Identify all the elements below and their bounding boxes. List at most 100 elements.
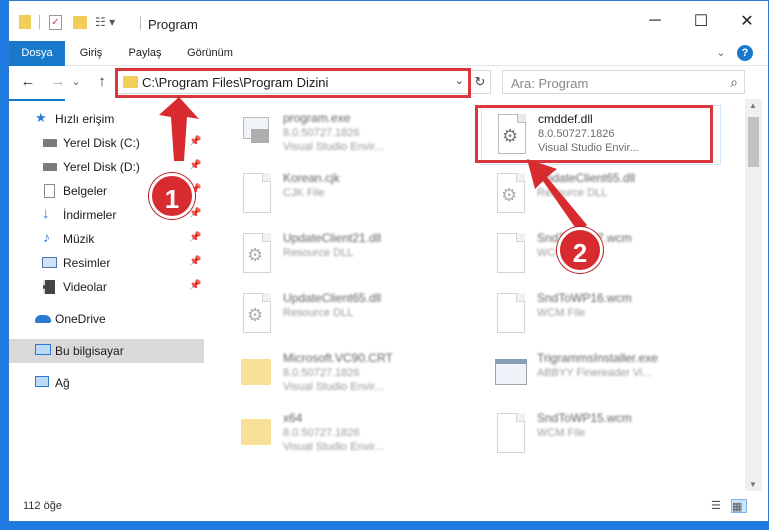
sidebar-item-label: Belgeler: [63, 184, 108, 198]
file-item[interactable]: Korean.cjk CJK File: [227, 165, 467, 225]
file-item[interactable]: TrigrammsInstaller.exe ABBYY Finereader …: [481, 345, 721, 405]
file-name: x64: [283, 411, 303, 425]
file-description: Visual Studio Envir...: [283, 381, 384, 393]
file-version: 8.0.50727.1826: [283, 367, 360, 379]
folder-icon: [239, 353, 273, 399]
drive-icon: [43, 163, 57, 171]
music-icon: ♪: [43, 229, 50, 245]
sidebar-item-label: Müzik: [63, 232, 95, 246]
file-name: SndToWP16.wcm: [537, 291, 632, 305]
close-button[interactable]: ✕: [724, 1, 768, 41]
scroll-up-icon[interactable]: ▲: [749, 101, 757, 110]
navigation-pane: ★ Hızlı erişim Yerel Disk (C:) 📌 Yerel D…: [9, 99, 204, 491]
forward-button[interactable]: →: [47, 72, 69, 92]
file-description: ABBYY Finereader Vi...: [537, 367, 652, 379]
file-item[interactable]: Microsoft.VC90.CRT 8.0.50727.1826 Visual…: [227, 345, 467, 405]
documents-icon: [44, 184, 55, 198]
sidebar-item-music[interactable]: ♪ Müzik 📌: [9, 227, 204, 251]
search-placeholder: Ara: Program: [511, 76, 589, 91]
file-icon: [239, 173, 273, 219]
status-bar: 112 öğe ☰ ▦: [9, 493, 768, 521]
recent-locations-dropdown[interactable]: ⌄: [69, 72, 83, 92]
file-type: WCM File: [537, 307, 586, 319]
file-icon: [493, 233, 527, 279]
explorer-window: ✓ ☷ ▾ Program ─ ☐ ✕ Dosya Giriş Paylaş G…: [8, 0, 769, 522]
file-item[interactable]: ⚙ UpdateClient65.dll Resource DLL: [481, 165, 721, 225]
file-icon: [493, 293, 527, 339]
window-title: Program: [148, 17, 198, 32]
properties-icon[interactable]: ✓: [49, 13, 65, 31]
sidebar-item-network[interactable]: Ağ: [9, 371, 204, 395]
search-icon: ⌕: [730, 74, 738, 90]
sidebar-item-label: İndirmeler: [63, 208, 117, 222]
folder-icon: [239, 413, 273, 459]
file-description: Visual Studio Envir...: [283, 141, 384, 153]
file-type: Resource DLL: [537, 187, 608, 199]
file-type: WCM File: [537, 427, 586, 439]
sidebar-item-label: Yerel Disk (C:): [63, 136, 140, 150]
ribbon-expand-icon[interactable]: ⌄: [713, 41, 729, 66]
new-folder-icon[interactable]: [73, 13, 89, 31]
file-item[interactable]: x64 8.0.50727.1826 Visual Studio Envir..…: [227, 405, 467, 465]
file-name: SndToWP15.wcm: [537, 411, 632, 425]
file-type: Resource DLL: [283, 247, 354, 259]
file-item[interactable]: SndToWP15.wcm WCM File: [481, 405, 721, 465]
file-item[interactable]: program.exe 8.0.50727.1826 Visual Studio…: [227, 105, 467, 165]
large-icons-view-icon[interactable]: ▦: [731, 499, 747, 513]
dll-icon: ⚙: [239, 293, 273, 339]
tab-home[interactable]: Giriş: [67, 41, 115, 66]
title-bar: ✓ ☷ ▾ Program ─ ☐ ✕: [9, 1, 768, 41]
sidebar-item-local-disk-c[interactable]: Yerel Disk (C:) 📌: [9, 131, 204, 155]
sidebar-item-label: Yerel Disk (D:): [63, 160, 140, 174]
pin-icon: 📌: [189, 208, 202, 219]
pictures-icon: [42, 257, 57, 268]
callout-1: 1: [149, 173, 195, 219]
scroll-down-icon[interactable]: ▼: [749, 480, 757, 489]
sidebar-item-label: Resimler: [63, 256, 111, 270]
help-icon[interactable]: ?: [737, 45, 753, 61]
search-box[interactable]: Ara: Program ⌕: [502, 70, 745, 94]
network-icon: [35, 376, 49, 387]
sidebar-item-pictures[interactable]: Resimler 📌: [9, 251, 204, 275]
pin-icon: 📌: [189, 160, 202, 171]
file-name: Korean.cjk: [283, 171, 340, 185]
file-name: UpdateClient21.dll: [283, 231, 382, 245]
sidebar-item-this-pc[interactable]: Bu bilgisayar: [9, 339, 204, 363]
sidebar-item-label: Ağ: [55, 376, 70, 390]
drive-icon: [43, 139, 57, 147]
download-icon: ↓: [42, 205, 50, 222]
minimize-button[interactable]: ─: [632, 1, 678, 41]
file-name: Microsoft.VC90.CRT: [283, 351, 393, 365]
pin-icon: 📌: [189, 280, 202, 291]
dll-icon: ⚙: [239, 233, 273, 279]
file-item[interactable]: ⚙ UpdateClient21.dll Resource DLL: [227, 225, 467, 285]
sidebar-item-label: OneDrive: [55, 312, 106, 326]
tab-share[interactable]: Paylaş: [119, 41, 171, 66]
file-name: TrigrammsInstaller.exe: [537, 351, 658, 365]
file-icon: [493, 413, 527, 459]
sidebar-item-onedrive[interactable]: OneDrive: [9, 307, 204, 331]
ribbon-tabs: Dosya Giriş Paylaş Görünüm ⌄ ?: [9, 41, 768, 101]
back-button[interactable]: ←: [17, 72, 39, 92]
file-item[interactable]: ⚙ UpdateClient65.dll Resource DLL: [227, 285, 467, 345]
computer-icon: [35, 344, 51, 355]
sidebar-item-label: Bu bilgisayar: [55, 344, 124, 358]
sidebar-item-label: Hızlı erişim: [55, 112, 115, 126]
refresh-button[interactable]: ↻: [469, 70, 491, 94]
vertical-scrollbar[interactable]: ▲ ▼: [745, 99, 762, 491]
sidebar-item-quick-access[interactable]: ★ Hızlı erişim: [9, 107, 204, 131]
up-button[interactable]: ↑: [91, 72, 113, 92]
details-view-icon[interactable]: ☰: [711, 499, 727, 513]
title-separator: [140, 16, 141, 30]
maximize-button[interactable]: ☐: [678, 1, 724, 41]
file-item[interactable]: SndToWP16.wcm WCM File: [481, 285, 721, 345]
tab-view[interactable]: Görünüm: [177, 41, 243, 66]
folder-icon: [19, 13, 33, 31]
videos-icon: [43, 280, 55, 294]
scrollbar-thumb[interactable]: [748, 117, 759, 167]
file-description: Visual Studio Envir...: [283, 441, 384, 453]
customize-toolbar-icon[interactable]: ☷ ▾: [95, 13, 123, 31]
file-version: 8.0.50727.1826: [283, 427, 360, 439]
sidebar-item-videos[interactable]: Videolar 📌: [9, 275, 204, 299]
star-icon: ★: [35, 110, 47, 125]
